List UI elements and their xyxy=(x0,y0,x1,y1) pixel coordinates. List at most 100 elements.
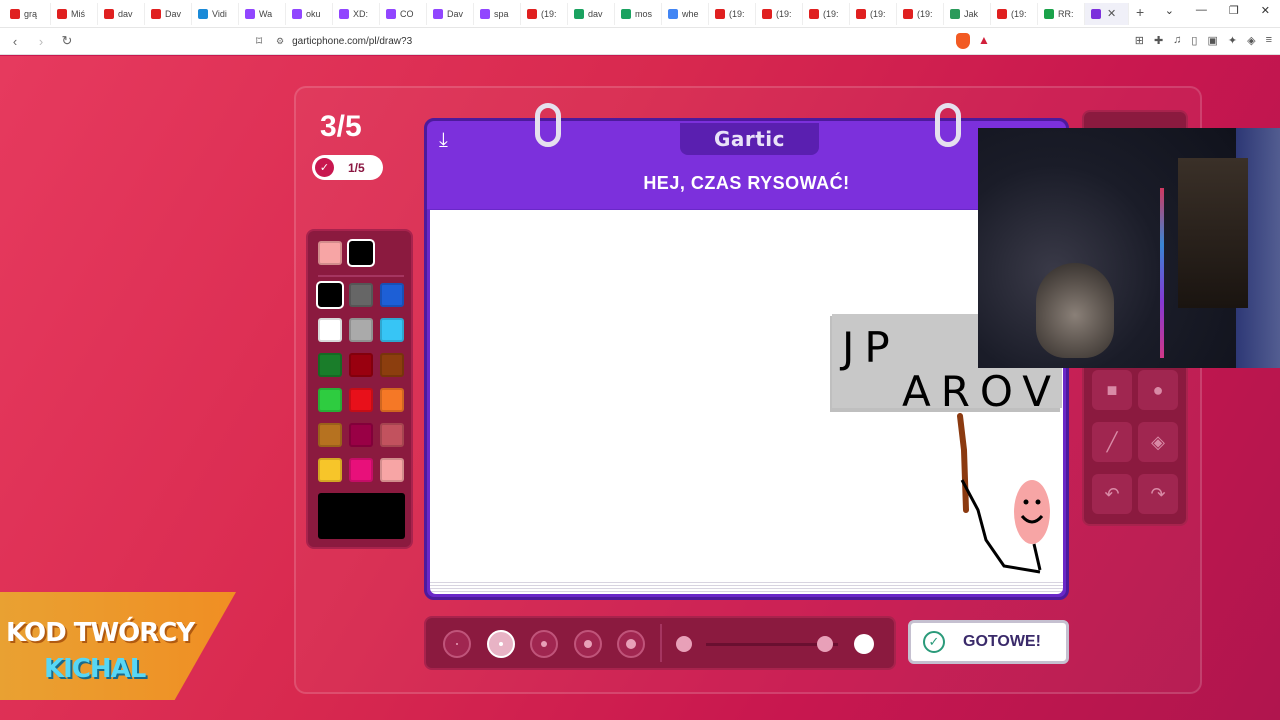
tab-favicon-icon xyxy=(386,8,396,19)
browser-tab[interactable]: grą xyxy=(4,2,51,25)
color-swatch[interactable] xyxy=(316,281,344,309)
color-swatch[interactable] xyxy=(349,423,373,447)
recent-color-swatch[interactable] xyxy=(318,241,342,265)
media-icon[interactable]: ♫ xyxy=(1173,34,1181,47)
brave-shield-icon[interactable] xyxy=(956,33,970,49)
browser-tab[interactable]: (19: xyxy=(521,2,568,25)
translate-icon[interactable]: ⊞ xyxy=(1135,34,1144,47)
opacity-slider-knob[interactable] xyxy=(816,636,833,652)
bookmark-icon[interactable]: ⌑ xyxy=(256,34,262,48)
color-swatch[interactable] xyxy=(380,353,404,377)
restore-icon[interactable]: ❐ xyxy=(1229,4,1239,17)
brush-size-option[interactable] xyxy=(530,630,558,658)
drawing-canvas[interactable]: JP AROV xyxy=(430,210,1063,580)
tab-favicon-icon xyxy=(997,8,1007,19)
browser-tab[interactable]: Jak xyxy=(944,2,991,25)
reload-icon[interactable]: ↻ xyxy=(56,33,78,49)
browser-tab[interactable]: RR: xyxy=(1038,2,1085,25)
tab-label: Dav xyxy=(447,8,464,19)
active-color-swatch[interactable] xyxy=(347,239,375,267)
back-icon[interactable]: ‹ xyxy=(4,34,26,49)
color-swatch[interactable] xyxy=(349,283,373,307)
fill-bucket-icon[interactable]: ◈ xyxy=(1138,422,1178,462)
browser-tab[interactable]: whe xyxy=(662,2,709,25)
wallet-icon[interactable]: ▣ xyxy=(1207,34,1217,47)
opacity-min-icon[interactable] xyxy=(676,636,692,652)
browser-tab[interactable]: (19: xyxy=(709,2,756,25)
color-swatch[interactable] xyxy=(318,423,342,447)
tab-favicon-icon xyxy=(715,8,725,19)
color-swatch[interactable] xyxy=(318,458,342,482)
download-icon[interactable]: ⤓ xyxy=(439,129,448,152)
color-swatch[interactable] xyxy=(380,283,404,307)
done-check-icon: ✓ xyxy=(923,631,945,653)
tab-favicon-icon xyxy=(151,8,161,19)
tab-label: (19: xyxy=(870,8,886,19)
browser-tab[interactable]: Wa xyxy=(239,2,286,25)
creator-code-label: KOD TWÓRCY xyxy=(6,618,195,648)
tab-favicon-icon xyxy=(339,8,349,19)
forward-icon[interactable]: › xyxy=(30,34,52,49)
color-swatch[interactable] xyxy=(349,353,373,377)
tab-favicon-icon xyxy=(903,8,913,19)
url-field[interactable]: ⚙ garticphone.com/pl/draw?3 xyxy=(276,32,946,51)
brush-size-option[interactable] xyxy=(443,630,471,658)
opacity-max-icon[interactable] xyxy=(854,634,874,654)
menu-icon[interactable]: ≡ xyxy=(1266,34,1272,47)
browser-tab[interactable]: Miś xyxy=(51,2,98,25)
site-info-icon[interactable]: ⚙ xyxy=(276,36,284,47)
brush-size-option[interactable] xyxy=(573,630,602,658)
browser-tab[interactable]: spa xyxy=(474,2,521,25)
sign-pole xyxy=(957,413,969,513)
leo-icon[interactable]: ✦ xyxy=(1228,34,1237,47)
tab-search-icon[interactable]: ⌄ xyxy=(1165,4,1174,17)
tab-label: dav xyxy=(588,8,603,19)
done-button[interactable]: ✓ GOTOWE! xyxy=(908,620,1069,664)
sidebar-icon[interactable]: ▯ xyxy=(1191,34,1197,47)
color-swatch[interactable] xyxy=(380,388,404,412)
new-tab-button[interactable]: + xyxy=(1136,4,1144,20)
browser-tab[interactable]: oku xyxy=(286,2,333,25)
browser-tab[interactable]: (19: xyxy=(803,2,850,25)
brush-size-option[interactable] xyxy=(617,630,645,658)
tab-label: Jak xyxy=(964,8,979,19)
color-swatch[interactable] xyxy=(349,318,373,342)
browser-tab[interactable]: Dav xyxy=(145,2,192,25)
browser-tab[interactable]: XD: xyxy=(333,2,380,25)
vpn-icon[interactable]: ◈ xyxy=(1247,34,1255,47)
puzzle-icon[interactable]: ✚ xyxy=(1154,34,1163,47)
color-swatch[interactable] xyxy=(380,318,404,342)
color-swatch[interactable] xyxy=(318,388,342,412)
browser-tab[interactable]: dav xyxy=(98,2,145,25)
color-swatch[interactable] xyxy=(380,458,404,482)
close-window-icon[interactable]: ✕ xyxy=(1261,4,1270,17)
undo-icon[interactable]: ↶ xyxy=(1092,474,1132,514)
browser-tab[interactable]: (19: xyxy=(991,2,1038,25)
ellipse-tool-icon[interactable]: ● xyxy=(1138,370,1178,410)
color-swatch[interactable] xyxy=(349,458,373,482)
players-done-count: 1/5 xyxy=(348,160,365,175)
color-swatch[interactable] xyxy=(380,423,404,447)
line-tool-icon[interactable]: ╱ xyxy=(1092,422,1132,462)
browser-tab[interactable]: (19: xyxy=(850,2,897,25)
browser-tab[interactable]: dav xyxy=(568,2,615,25)
color-swatch[interactable] xyxy=(318,318,342,342)
browser-tab[interactable]: Vidi xyxy=(192,2,239,25)
minimize-icon[interactable]: — xyxy=(1196,4,1207,17)
square-tool-icon[interactable]: ■ xyxy=(1092,370,1132,410)
redo-icon[interactable]: ↷ xyxy=(1138,474,1178,514)
color-swatch[interactable] xyxy=(318,353,342,377)
rewards-icon[interactable]: ▲ xyxy=(978,33,990,47)
browser-tab[interactable]: mos xyxy=(615,2,662,25)
tab-favicon-icon xyxy=(527,8,537,19)
browser-tab[interactable]: CO xyxy=(380,2,427,25)
tab-label: (19: xyxy=(823,8,839,19)
close-tab-icon[interactable]: ✕ xyxy=(1107,7,1116,20)
browser-tab[interactable]: (19: xyxy=(897,2,944,25)
browser-tab[interactable]: (19: xyxy=(756,2,803,25)
browser-tab[interactable]: Dav xyxy=(427,2,474,25)
tab-label: (19: xyxy=(917,8,933,19)
brush-size-option[interactable] xyxy=(486,630,515,658)
color-swatch[interactable] xyxy=(349,388,373,412)
browser-tab-active[interactable]: ✕ xyxy=(1085,2,1129,25)
